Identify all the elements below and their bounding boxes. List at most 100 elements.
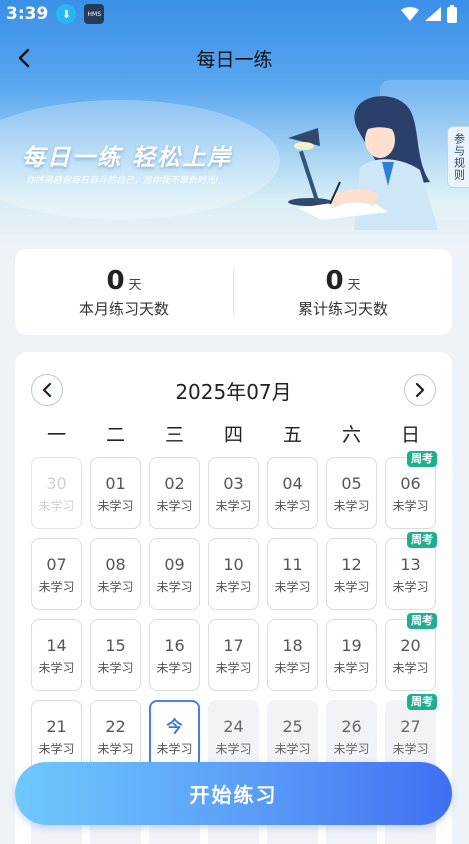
calendar-header: 2025年07月: [15, 374, 452, 406]
total-days-value: 0: [325, 265, 344, 296]
calendar-day-number: 05: [341, 473, 362, 493]
calendar-day-number: 25: [282, 716, 303, 736]
weekday-label: 五: [282, 424, 302, 446]
calendar-day[interactable]: 30 未学习: [31, 457, 82, 529]
calendar-day-number: 04: [282, 473, 303, 493]
banner-slogan: 每日一练 轻松上岸: [22, 145, 233, 171]
calendar-day[interactable]: 周考 20 未学习: [385, 613, 437, 691]
calendar-day[interactable]: 15 未学习: [90, 619, 141, 691]
calendar-day[interactable]: 08 未学习: [90, 538, 141, 610]
calendar-day[interactable]: 09 未学习: [149, 538, 200, 610]
calendar-day[interactable]: 周考 13 未学习: [385, 532, 437, 610]
calendar-day[interactable]: 14 未学习: [31, 619, 82, 691]
calendar-day-status: 未学习: [274, 498, 311, 513]
studying-girl-illustration: [288, 96, 438, 230]
calendar-day-status: 未学习: [274, 660, 311, 675]
month-days-unit: 天: [128, 277, 142, 293]
back-button[interactable]: [10, 44, 38, 72]
calendar-day[interactable]: 17 未学习: [208, 619, 259, 691]
calendar-day-status: 未学习: [38, 498, 75, 513]
page-title: 每日一练: [196, 48, 273, 71]
status-bar: 3:39 ⬇ HMS: [0, 0, 469, 28]
calendar-day-status: 未学习: [38, 660, 75, 675]
calendar-day[interactable]: 07 未学习: [31, 538, 82, 610]
calendar-day-number: 24: [223, 716, 244, 736]
calendar-day-number: 18: [282, 635, 303, 655]
banner-subslogan: 你终将感谢每日奋斗的自己，愿你我不辜负时光!: [26, 176, 219, 186]
month-days-label: 本月练习天数: [78, 299, 169, 318]
calendar-day[interactable]: 10 未学习: [208, 538, 259, 610]
calendar-day[interactable]: 02 未学习: [149, 457, 200, 529]
calendar-day-status: 未学习: [215, 579, 252, 594]
calendar-day-status: 未学习: [38, 579, 75, 594]
calendar-day-status: 未学习: [215, 498, 252, 513]
wifi-icon: [401, 7, 419, 21]
battery-icon: [447, 5, 457, 23]
calendar-day-number: 07: [46, 554, 67, 574]
weekday-label: 三: [164, 424, 184, 446]
calendar-day-number: 19: [341, 635, 362, 655]
calendar-day[interactable]: 04 未学习: [267, 457, 318, 529]
calendar-day-number: 08: [105, 554, 126, 574]
signal-icon: [425, 7, 441, 21]
weekly-exam-badge: 周考: [407, 694, 437, 710]
calendar-day-status: 未学习: [333, 579, 370, 594]
calendar-month-title: 2025年07月: [175, 380, 292, 404]
calendar-day[interactable]: 16 未学习: [149, 619, 200, 691]
calendar-day[interactable]: 周考 06 未学习: [385, 451, 437, 529]
calendar-day-status: 未学习: [156, 579, 193, 594]
calendar-day-number: 26: [341, 716, 362, 736]
calendar-day-status: 未学习: [392, 741, 429, 756]
calendar-day-status: 未学习: [97, 741, 134, 756]
calendar-day[interactable]: 03 未学习: [208, 457, 259, 529]
calendar-day-number: 13: [400, 554, 421, 574]
calendar-day-status: 未学习: [392, 660, 429, 675]
chevron-right-icon: [415, 383, 425, 397]
calendar-day-status: 未学习: [215, 660, 252, 675]
calendar-day[interactable]: 05 未学习: [326, 457, 377, 529]
calendar-day[interactable]: 19 未学习: [326, 619, 377, 691]
status-time: 3:39: [6, 4, 49, 24]
total-days-label: 累计练习天数: [297, 299, 388, 318]
calendar-day[interactable]: 01 未学习: [90, 457, 141, 529]
next-month-button[interactable]: [404, 374, 436, 406]
calendar-day-status: 未学习: [333, 498, 370, 513]
calendar-day-number: 01: [105, 473, 126, 493]
calendar-day-number: 17: [223, 635, 244, 655]
total-stat: 0天 累计练习天数: [234, 266, 452, 319]
weekday-label: 二: [105, 424, 125, 446]
calendar-day-status: 未学习: [333, 741, 370, 756]
calendar-day-number: 15: [105, 635, 126, 655]
calendar-day[interactable]: 12 未学习: [326, 538, 377, 610]
month-days-value: 0: [106, 265, 125, 296]
calendar-day-status: 未学习: [274, 741, 311, 756]
weekly-exam-badge: 周考: [407, 613, 437, 629]
start-practice-button[interactable]: 开始练习: [15, 762, 452, 825]
calendar-day-number: 10: [223, 554, 244, 574]
calendar-day-status: 未学习: [392, 498, 429, 513]
calendar-day-number: 30: [46, 473, 67, 493]
calendar-day-number: 09: [164, 554, 185, 574]
hms-icon: HMS: [84, 4, 105, 24]
rules-button[interactable]: 参与规则: [447, 126, 469, 188]
stats-card: 0天 本月练习天数 0天 累计练习天数: [15, 249, 452, 335]
calendar-day-status: 未学习: [215, 741, 252, 756]
calendar-day-number: 22: [105, 716, 126, 736]
calendar-day-number: 16: [164, 635, 185, 655]
navigation-bar: 每日一练: [0, 38, 469, 78]
weekly-exam-badge: 周考: [407, 532, 437, 548]
month-stat: 0天 本月练习天数: [15, 266, 233, 319]
chevron-left-icon: [18, 48, 30, 68]
calendar-day-number: 03: [223, 473, 244, 493]
weekday-label: 四: [223, 424, 243, 446]
calendar-day-number: 06: [400, 473, 421, 493]
calendar-day-number: 今: [166, 716, 183, 736]
calendar-day-number: 21: [46, 716, 67, 736]
weekday-header: 一 二 三 四 五 六 日: [27, 420, 440, 447]
weekday-label: 日: [400, 424, 420, 446]
calendar-day[interactable]: 18 未学习: [267, 619, 318, 691]
download-icon: ⬇: [56, 4, 77, 24]
calendar-day[interactable]: 11 未学习: [267, 538, 318, 610]
total-days-unit: 天: [347, 277, 361, 293]
calendar-day-number: 14: [46, 635, 67, 655]
